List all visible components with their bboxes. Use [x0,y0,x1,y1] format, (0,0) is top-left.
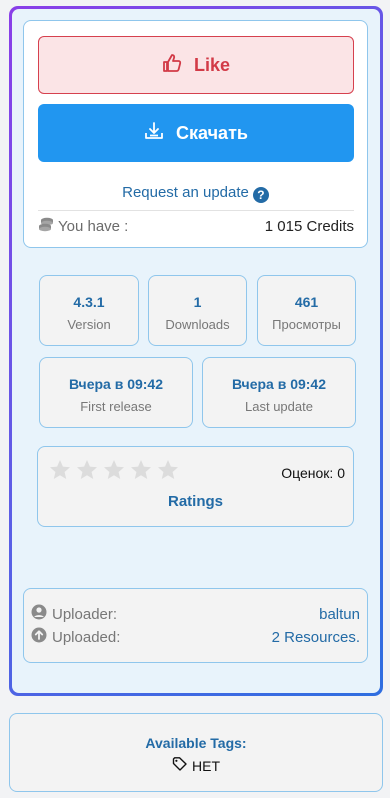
uploader-link[interactable]: baltun [319,606,360,623]
uploaded-label: Uploaded: [52,628,121,646]
rating-box: Оценок: 0 Ratings [37,446,354,527]
version-value: 4.3.1 [73,294,105,310]
credits-label: You have : [58,217,129,235]
downloads-value: 1 [193,294,202,310]
tag-label: НЕТ [192,757,220,774]
last-update-label: Last update [245,399,313,414]
coins-icon [38,216,54,236]
actions-card: Like Скачать Request an update? You have… [23,20,368,248]
download-tray-icon [144,121,164,146]
views-value: 461 [294,294,319,310]
tags-card: Available Tags: НЕТ [9,713,383,792]
divider [38,210,354,211]
first-release-label: First release [80,399,152,414]
uploaded-resources-link[interactable]: 2 Resources. [272,629,360,646]
uploader-box: Uploader: baltun Uploaded: 2 Resources. [23,588,368,663]
thumbs-up-icon [162,53,182,78]
star-icon[interactable] [75,459,99,481]
star-icon[interactable] [48,459,72,481]
downloads-label: Downloads [165,317,230,332]
credits-value: 1 015 Credits [264,217,354,235]
first-release-box: Вчера в 09:42 First release [39,357,193,428]
resource-panel: Like Скачать Request an update? You have… [12,9,380,693]
tag-icon [172,757,188,774]
star-icon[interactable] [102,459,126,481]
version-box: 4.3.1 Version [39,275,139,346]
like-label: Like [193,54,231,75]
uploader-row: Uploader: baltun [31,603,360,625]
downloads-box: 1 Downloads [148,275,247,346]
download-button[interactable]: Скачать [38,104,354,162]
request-update-link[interactable]: Request an update? [24,184,367,203]
views-label: Просмотры [272,317,341,332]
credits-row: You have : 1 015 Credits [38,214,354,238]
download-label: Скачать [176,122,248,143]
version-label: Version [67,317,111,332]
arrow-up-circle-icon [31,627,47,647]
ratings-link[interactable]: Ratings [38,493,353,510]
star-rating[interactable] [48,459,180,481]
last-update-value: Вчера в 09:42 [231,376,327,392]
tags-title: Available Tags: [145,735,247,751]
question-circle-icon: ? [252,187,269,203]
tag-item[interactable]: НЕТ [172,757,220,774]
star-icon[interactable] [129,459,153,481]
last-update-box: Вчера в 09:42 Last update [202,357,356,428]
resource-panel-frame: Like Скачать Request an update? You have… [9,6,383,696]
first-release-value: Вчера в 09:42 [68,376,164,392]
rating-count: Оценок: 0 [281,465,345,481]
user-circle-icon [31,604,47,624]
uploaded-row: Uploaded: 2 Resources. [31,626,360,648]
star-icon[interactable] [156,459,180,481]
views-box: 461 Просмотры [257,275,356,346]
like-button[interactable]: Like [38,36,354,94]
uploader-label: Uploader: [52,605,118,623]
request-update-label: Request an update [122,184,249,201]
